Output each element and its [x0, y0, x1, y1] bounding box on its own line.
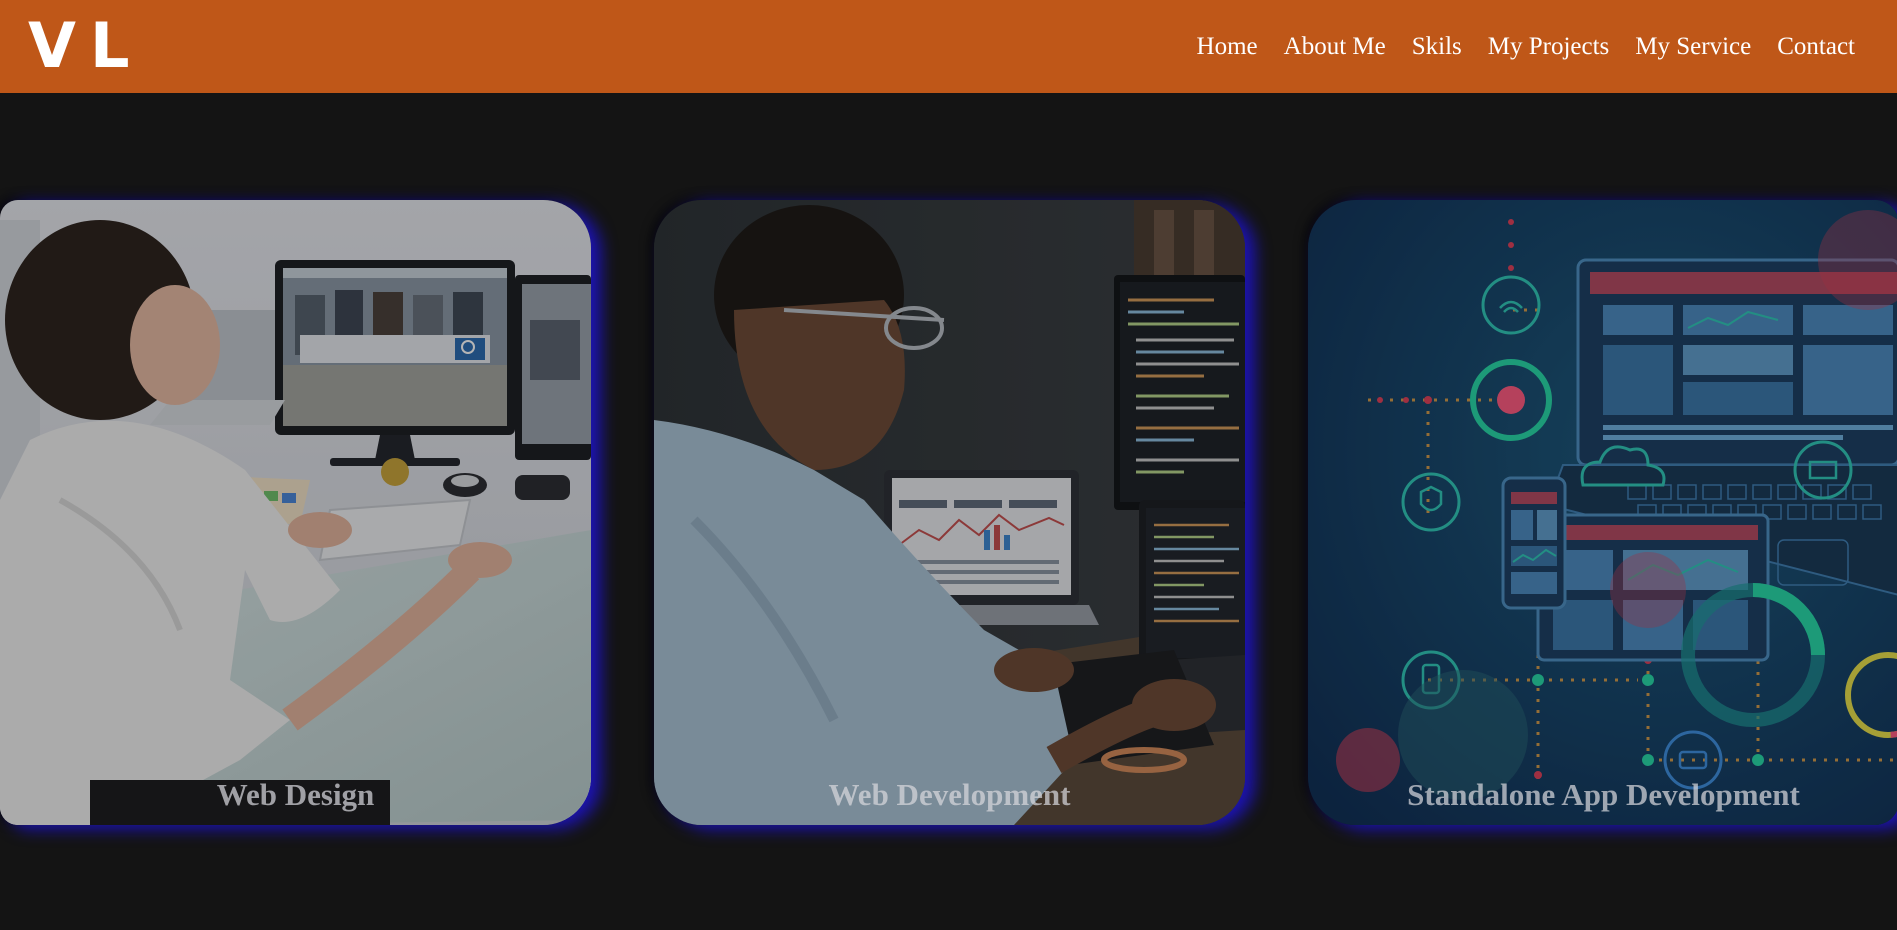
card-overlay: [0, 200, 591, 825]
nav-link-my-service[interactable]: My Service: [1635, 33, 1751, 61]
site-header: VL Home About Me Skils My Projects My Se…: [0, 0, 1897, 93]
service-card-standalone-app-development[interactable]: Standalone App Development: [1308, 200, 1897, 825]
service-card-web-design[interactable]: Web Design: [0, 200, 591, 825]
main-nav: Home About Me Skils My Projects My Servi…: [1197, 33, 1855, 61]
nav-link-home[interactable]: Home: [1197, 33, 1258, 61]
card-overlay: [1308, 200, 1897, 825]
nav-link-about-me[interactable]: About Me: [1284, 33, 1386, 61]
service-title: Web Design: [216, 777, 375, 812]
nav-link-my-projects[interactable]: My Projects: [1488, 33, 1610, 61]
site-logo[interactable]: VL: [28, 14, 144, 77]
card-overlay: [654, 200, 1245, 825]
service-title: Web Development: [828, 777, 1071, 812]
nav-link-skills[interactable]: Skils: [1412, 33, 1462, 61]
nav-link-contact[interactable]: Contact: [1777, 33, 1855, 61]
service-title: Standalone App Development: [1407, 777, 1800, 812]
service-card-web-development[interactable]: Web Development: [654, 200, 1245, 825]
